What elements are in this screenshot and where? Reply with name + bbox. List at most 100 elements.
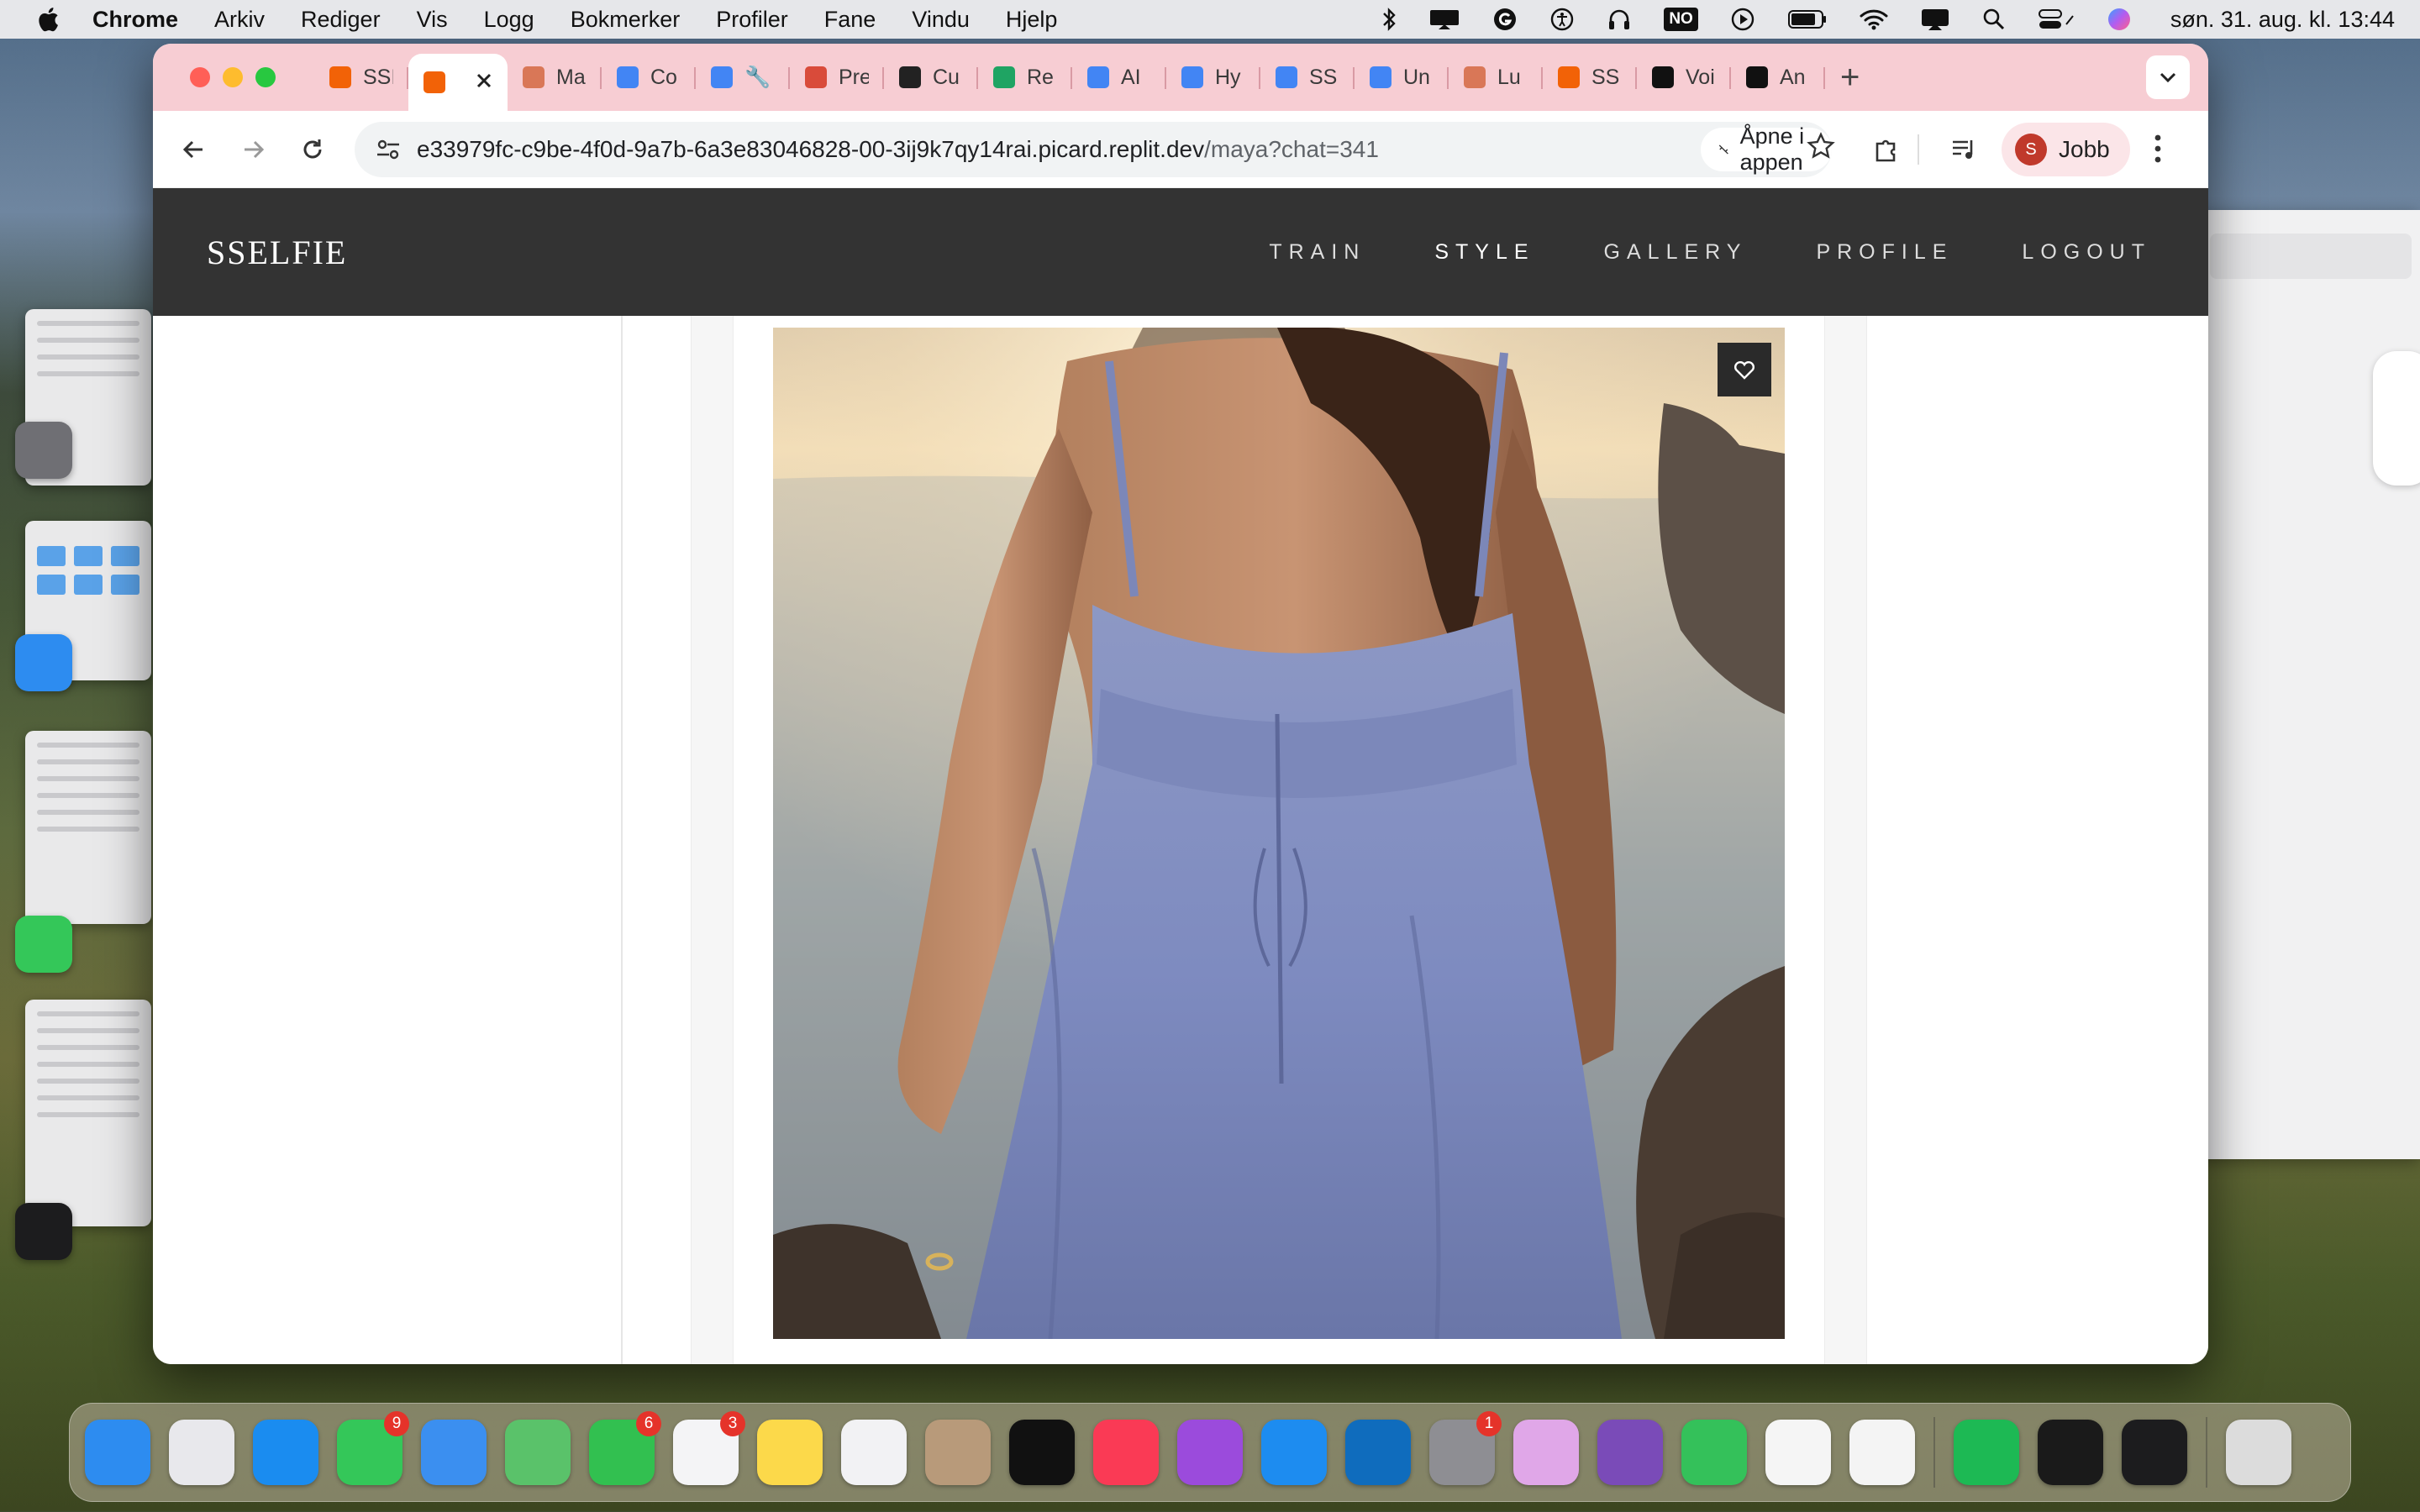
dock-tv-icon[interactable] [1009, 1420, 1075, 1485]
dock-trash-icon[interactable] [2226, 1420, 2291, 1485]
menu-vis[interactable]: Vis [417, 7, 448, 33]
accessibility-icon[interactable] [1549, 7, 1575, 32]
menu-hjelp[interactable]: Hjelp [1006, 7, 1058, 33]
display-icon[interactable] [1428, 8, 1460, 31]
menu-logg[interactable]: Logg [484, 7, 534, 33]
browser-tab[interactable]: Co [602, 52, 696, 102]
browser-tab[interactable]: SSI [314, 52, 408, 102]
generated-photo[interactable] [773, 328, 1785, 1339]
browser-tab[interactable]: Lu [1449, 52, 1543, 102]
dock-maps-icon[interactable] [505, 1420, 571, 1485]
menu-bokmerker[interactable]: Bokmerker [571, 7, 681, 33]
music-queue-icon [1953, 140, 1973, 159]
notification-badge: 9 [384, 1411, 409, 1436]
close-window-button[interactable] [190, 67, 210, 87]
spotlight-search-icon[interactable] [1982, 8, 2006, 31]
menubar-clock[interactable]: søn. 31. aug. kl. 13:44 [2170, 7, 2395, 33]
site-header: SSELFIE TRAIN STYLE GALLERY PROFILE LOGO… [153, 188, 2208, 316]
dock-finder-icon[interactable] [85, 1420, 150, 1485]
dock-music-icon[interactable] [1093, 1420, 1159, 1485]
profile-button[interactable]: S Jobb [2002, 123, 2130, 176]
address-bar[interactable]: e33979fc-c9be-4f0d-9a7b-6a3e83046828-00-… [355, 122, 1835, 177]
dock-github-desktop-icon[interactable] [1597, 1420, 1663, 1485]
dock-launchpad-icon[interactable] [169, 1420, 234, 1485]
browser-tab[interactable]: Hy [1166, 52, 1260, 102]
stage-manager-voice-memos-thumbnail[interactable] [25, 1000, 151, 1226]
dock-voice-memos-icon[interactable] [2122, 1420, 2187, 1485]
chrome-menu-button[interactable] [2153, 128, 2163, 174]
dock-notes-icon[interactable] [757, 1420, 823, 1485]
tab-search-button[interactable] [2146, 55, 2190, 99]
grammarly-widget[interactable] [2373, 351, 2420, 486]
tab-active[interactable] [408, 54, 508, 111]
stage-manager-messages-thumbnail[interactable] [25, 731, 151, 924]
browser-tab[interactable]: Re [978, 52, 1072, 102]
bookmark-star-icon[interactable] [1807, 132, 1835, 165]
browser-tab[interactable]: Cu [884, 52, 978, 102]
dock-safari-icon[interactable] [253, 1420, 318, 1485]
nav-train[interactable]: TRAIN [1269, 240, 1365, 265]
browser-tab[interactable]: SS [1260, 52, 1355, 102]
browser-tab[interactable]: 🔧 [696, 52, 790, 102]
forward-button[interactable] [232, 128, 276, 171]
browser-tab[interactable]: Pre [790, 52, 884, 102]
background-window[interactable] [2193, 210, 2420, 1159]
minimize-window-button[interactable] [223, 67, 243, 87]
media-controls-button[interactable] [1949, 111, 1978, 188]
menu-fane[interactable]: Fane [824, 7, 876, 33]
wifi-icon[interactable] [1860, 8, 1888, 31]
dock-spotify-icon[interactable] [1954, 1420, 2019, 1485]
new-tab-button[interactable]: + [1840, 59, 1860, 97]
notification-badge: 6 [636, 1411, 661, 1436]
browser-tab[interactable]: Ma [508, 52, 602, 102]
zoom-window-button[interactable] [255, 67, 276, 87]
grammarly-icon[interactable] [1492, 7, 1518, 32]
browser-tab[interactable]: SS [1543, 52, 1637, 102]
nav-logout[interactable]: LOGOUT [2022, 240, 2151, 265]
dock-facetime-icon[interactable]: 6 [589, 1411, 661, 1485]
dock-freeform-icon[interactable] [841, 1420, 907, 1485]
bluetooth-icon[interactable] [1381, 8, 1397, 31]
tab-title: Hy [1215, 65, 1241, 89]
back-button[interactable] [171, 128, 215, 171]
dock-mail-icon[interactable] [421, 1420, 487, 1485]
menu-profiler[interactable]: Profiler [716, 7, 788, 33]
dock-numbers-icon[interactable] [1681, 1420, 1747, 1485]
menu-rediger[interactable]: Rediger [301, 7, 381, 33]
now-playing-icon[interactable] [1730, 7, 1755, 32]
nav-gallery[interactable]: GALLERY [1604, 240, 1748, 265]
nav-profile[interactable]: PROFILE [1816, 240, 1953, 265]
close-tab-icon[interactable] [476, 71, 492, 95]
dock-outlook-icon[interactable] [1345, 1420, 1411, 1485]
url-text[interactable]: e33979fc-c9be-4f0d-9a7b-6a3e83046828-00-… [417, 136, 1379, 163]
dock-perplexity-icon[interactable] [1765, 1420, 1831, 1485]
screen-mirroring-icon[interactable] [1920, 8, 1950, 31]
browser-tab[interactable]: AI [1072, 52, 1166, 102]
menu-app-name[interactable]: Chrome [92, 7, 178, 33]
dock-reminders-icon[interactable]: 3 [673, 1411, 745, 1485]
siri-icon[interactable] [2107, 7, 2132, 32]
dock-system-settings-icon[interactable]: 1 [1429, 1411, 1502, 1485]
apple-menu-icon[interactable] [37, 7, 59, 32]
nav-style[interactable]: STYLE [1434, 240, 1534, 265]
control-center-icon[interactable] [2038, 8, 2075, 31]
menu-arkiv[interactable]: Arkiv [214, 7, 265, 33]
extensions-button[interactable] [1872, 111, 1901, 188]
dock-cursor-icon[interactable] [2038, 1420, 2103, 1485]
headphones-icon[interactable] [1607, 7, 1632, 32]
site-info-icon[interactable] [371, 139, 405, 160]
dock-chrome-icon[interactable] [1849, 1420, 1915, 1485]
menu-vindu[interactable]: Vindu [912, 7, 970, 33]
reload-button[interactable] [291, 128, 334, 171]
dock-contacts-icon[interactable] [925, 1420, 991, 1485]
dock-messages-icon[interactable]: 9 [337, 1411, 409, 1485]
site-logo[interactable]: SSELFIE [207, 233, 347, 272]
favorite-button[interactable] [1718, 343, 1771, 396]
dock-keynote-icon[interactable] [1513, 1420, 1579, 1485]
browser-tab[interactable]: Voi [1637, 52, 1731, 102]
input-source-badge[interactable]: NO [1664, 8, 1698, 31]
dock-app-store-icon[interactable] [1261, 1420, 1327, 1485]
browser-tab[interactable]: An [1731, 52, 1825, 102]
dock-podcasts-icon[interactable] [1177, 1420, 1243, 1485]
browser-tab[interactable]: Un [1355, 52, 1449, 102]
